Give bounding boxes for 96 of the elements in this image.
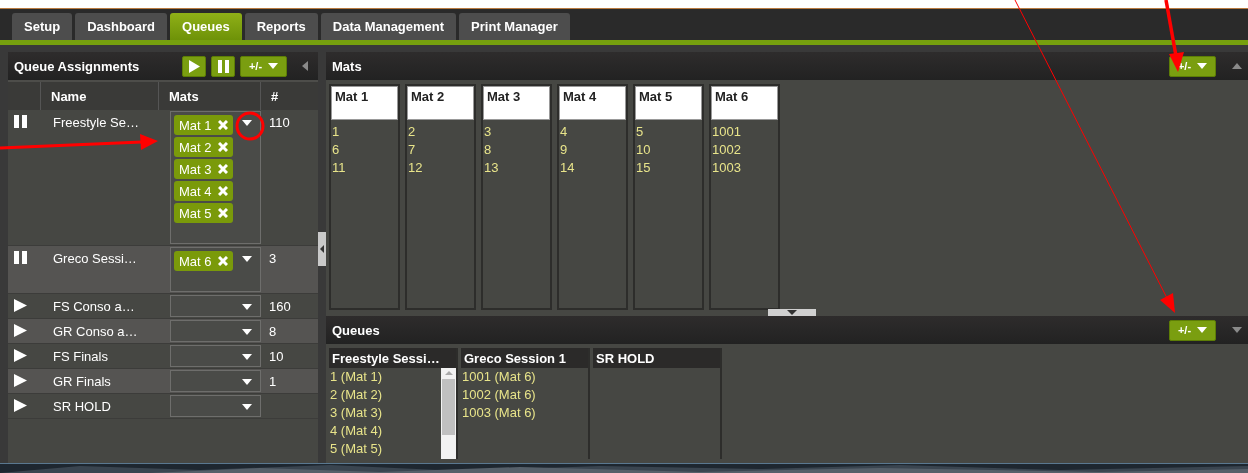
mat-tag: Mat 6 [174,251,233,271]
remove-icon[interactable] [217,208,228,218]
bout-number[interactable]: 10 [635,141,702,159]
remove-icon[interactable] [217,256,228,266]
play-icon[interactable] [14,324,27,337]
bout-number[interactable]: 14 [559,159,626,177]
remove-icon[interactable] [217,120,228,130]
bout-count: 1 [269,374,277,389]
caret-icon[interactable] [242,404,252,410]
caret-icon[interactable] [242,120,252,126]
collapse-icon[interactable] [302,61,308,71]
nav-tab[interactable]: Dashboard [75,13,168,40]
caret-icon[interactable] [242,256,252,262]
panel-title: Queue Assignments [14,58,141,74]
session-name: Greco Sessi… [53,251,137,266]
collapse-icon[interactable] [1232,327,1242,333]
bout-number[interactable]: 13 [483,159,550,177]
caret-icon[interactable] [242,304,252,310]
bout-number[interactable]: 1002 [711,141,778,159]
mat-header: Mat 2 [407,86,474,120]
queue-header: SR HOLD [593,348,720,368]
mat-header: Mat 4 [559,86,626,120]
panel-title: Queues [332,322,380,338]
bout-count: 3 [269,251,277,266]
caret-icon [1197,327,1208,333]
bout-number[interactable]: 9 [559,141,626,159]
mat-header: Mat 5 [635,86,702,120]
queued-bout[interactable]: 4 (Mat 4) [329,422,441,440]
remove-icon[interactable] [217,164,228,174]
session-name: GR Conso a… [53,324,138,339]
mat-tag: Mat 1 [174,115,233,135]
scrollbar[interactable] [441,368,456,459]
bout-number[interactable]: 2 [407,123,474,141]
session-name: Freestyle Se… [53,115,139,130]
bout-number[interactable]: 1003 [711,159,778,177]
nav-tab[interactable]: Setup [12,13,73,40]
panel-title: Mats [332,58,362,74]
caret-icon[interactable] [242,354,252,360]
session-name: FS Finals [53,349,108,364]
nav-tab[interactable]: Print Manager [459,13,570,40]
bout-number[interactable]: 7 [407,141,474,159]
bout-number[interactable]: 15 [635,159,702,177]
caret-icon[interactable] [242,379,252,385]
collapse-icon[interactable] [1232,63,1242,69]
pause-icon [217,59,229,73]
bout-number[interactable]: 1 [331,123,398,141]
bout-number[interactable]: 5 [635,123,702,141]
pause-icon[interactable] [14,115,27,128]
bout-number[interactable]: 3 [483,123,550,141]
play-button[interactable] [182,55,206,77]
mat-tag: Mat 4 [174,181,233,201]
session-name: GR Finals [53,374,111,389]
queued-bout[interactable]: 1002 (Mat 6) [461,386,588,404]
queued-bout[interactable]: 1 (Mat 1) [329,368,441,386]
queued-bout[interactable]: 5 (Mat 5) [329,440,441,458]
mat-header: Mat 1 [331,86,398,120]
bout-count: 110 [269,115,290,130]
remove-icon[interactable] [217,186,228,196]
queued-bout[interactable]: 1003 (Mat 6) [461,404,588,422]
play-icon[interactable] [14,399,27,412]
bout-number[interactable]: 12 [407,159,474,177]
queued-bout[interactable]: 1001 (Mat 6) [461,368,588,386]
pause-icon[interactable] [14,251,27,264]
collapse-handle[interactable] [318,232,326,266]
pause-button[interactable] [211,55,235,77]
bout-count: 8 [269,324,277,339]
play-icon[interactable] [14,349,27,362]
expand-handle[interactable] [768,309,816,316]
queue-header: Freestyle Sessi… [329,348,456,368]
session-name: FS Conso a… [53,299,135,314]
play-icon[interactable] [14,299,27,312]
bout-number[interactable]: 1001 [711,123,778,141]
session-name: SR HOLD [53,399,111,414]
nav-tab[interactable]: Data Management [320,13,457,40]
play-icon[interactable] [14,374,27,387]
bout-count: 160 [269,299,291,314]
mat-tag: Mat 2 [174,137,233,157]
mat-header: Mat 6 [711,86,778,120]
queued-bout[interactable]: 3 (Mat 3) [329,404,441,422]
queued-bout[interactable]: 2 (Mat 2) [329,386,441,404]
caret-icon[interactable] [242,329,252,335]
annotation-circle [235,111,265,141]
play-icon [188,59,200,73]
remove-icon[interactable] [217,142,228,152]
bout-number[interactable]: 11 [331,159,398,177]
caret-icon [1197,63,1208,69]
bout-number[interactable]: 4 [559,123,626,141]
mat-tag: Mat 5 [174,203,233,223]
mat-tag: Mat 3 [174,159,233,179]
mat-header: Mat 3 [483,86,550,120]
caret-icon [268,63,279,69]
bout-number[interactable]: 8 [483,141,550,159]
bout-number[interactable]: 6 [331,141,398,159]
nav-tab[interactable]: Reports [244,13,318,40]
bout-count: 10 [269,349,284,364]
queue-header: Greco Session 1 [461,348,588,368]
